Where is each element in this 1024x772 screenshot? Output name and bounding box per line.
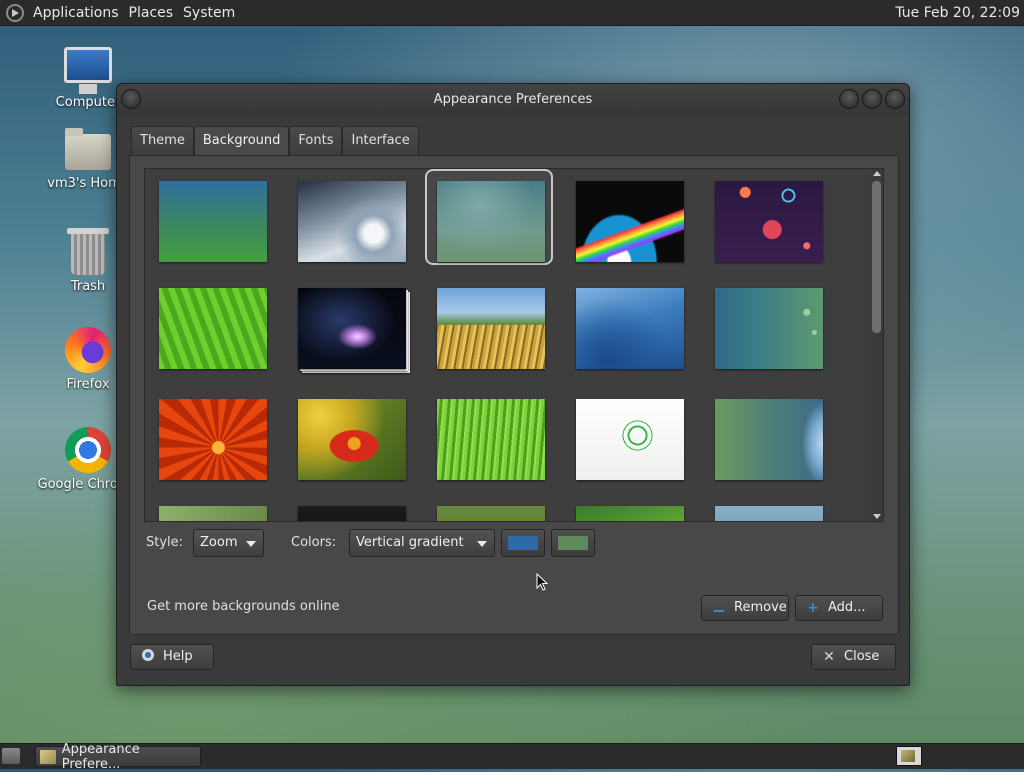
background-thumbnail-blue-green-gradient[interactable] (159, 181, 267, 262)
window-title: Appearance Preferences (433, 92, 593, 107)
firefox-icon (65, 327, 111, 373)
close-label: Close (844, 649, 880, 664)
taskbar-window-button[interactable]: Appearance Prefere... (35, 742, 201, 772)
tab-interface[interactable]: Interface (342, 126, 419, 155)
background-thumbnail-comet-space[interactable] (298, 288, 406, 369)
background-thumbnail-debian-swirl[interactable] (576, 399, 684, 480)
colors-label: Colors: (291, 535, 337, 550)
gallery-scrollbar[interactable] (871, 169, 883, 521)
tab-bar: Theme Background Fonts Interface (131, 126, 419, 156)
background-thumbnail-teal-green-bokeh[interactable] (715, 288, 823, 369)
menu-places[interactable]: Places (124, 5, 179, 21)
bottom-panel: Appearance Prefere... (0, 742, 1024, 772)
remove-button[interactable]: Remove (701, 595, 789, 621)
scroll-down-arrow-icon[interactable] (873, 514, 881, 519)
remove-label: Remove (734, 600, 787, 615)
remove-icon (712, 596, 726, 620)
secondary-color-button[interactable] (551, 529, 595, 557)
help-label: Help (163, 649, 193, 664)
chrome-icon (65, 427, 111, 473)
home-folder-icon (65, 128, 111, 170)
colors-select[interactable]: Vertical gradient (349, 529, 495, 557)
background-thumbnail-teal-green-blur[interactable] (437, 181, 545, 262)
background-thumbnail-green-grass[interactable] (437, 399, 545, 480)
clock[interactable]: Tue Feb 20, 22:09 (895, 5, 1020, 21)
trash-icon (67, 228, 109, 275)
background-thumbnail-dark-partial[interactable] (298, 506, 406, 521)
tab-theme[interactable]: Theme (131, 126, 194, 155)
background-thumbnail-leaf-partial[interactable] (576, 506, 684, 521)
appearance-app-icon (40, 749, 56, 764)
background-thumbnail-orange-flower[interactable] (159, 399, 267, 480)
appearance-preferences-window: Appearance Preferences Theme Background … (116, 83, 910, 686)
add-button[interactable]: + Add... (795, 595, 883, 621)
colors-value: Vertical gradient (356, 535, 464, 550)
taskbar-window-label: Appearance Prefere... (61, 741, 140, 772)
menu-applications[interactable]: Applications (28, 5, 124, 21)
show-desktop-icon[interactable] (2, 748, 20, 764)
secondary-color-swatch (558, 536, 588, 550)
top-panel: Applications Places System Tue Feb 20, 2… (0, 0, 1024, 26)
computer-icon (64, 47, 112, 94)
dropdown-arrow-icon (477, 541, 487, 547)
background-thumbnail-blue-partial[interactable] (715, 506, 823, 521)
main-menu-icon[interactable] (6, 3, 24, 22)
tab-fonts[interactable]: Fonts (289, 126, 343, 155)
background-thumbnail-blue-waves[interactable] (576, 288, 684, 369)
background-tab-panel: Style: Zoom Colors: Vertical gradient Ge… (129, 155, 899, 635)
background-thumbnail-flowers-partial[interactable] (159, 506, 267, 521)
dropdown-arrow-icon (246, 541, 256, 547)
help-icon (141, 645, 155, 669)
background-thumbnail-arch-prism[interactable] (576, 181, 684, 262)
style-label: Style: (146, 535, 184, 550)
background-thumbnail-golden-grass[interactable] (437, 288, 545, 369)
get-more-backgrounds-link[interactable]: Get more backgrounds online (147, 599, 340, 614)
style-select[interactable]: Zoom (193, 529, 264, 557)
background-thumbnail-water-drop[interactable] (298, 181, 406, 262)
primary-color-swatch (508, 536, 538, 550)
add-label: Add... (828, 600, 866, 615)
window-close-button[interactable] (885, 89, 905, 109)
background-thumbnail-olive-partial[interactable] (437, 506, 545, 521)
menu-system[interactable]: System (178, 5, 240, 21)
workspace-switcher[interactable] (896, 746, 922, 766)
maximize-button[interactable] (862, 89, 882, 109)
background-thumbnail-green-leaf[interactable] (159, 288, 267, 369)
background-thumbnail-red-flower[interactable] (298, 399, 406, 480)
background-thumbnail-space-rocket[interactable] (715, 181, 823, 262)
style-value: Zoom (200, 535, 238, 550)
help-button[interactable]: Help (130, 644, 214, 670)
tab-background[interactable]: Background (193, 126, 290, 156)
close-icon: ✕ (823, 649, 835, 665)
background-gallery[interactable] (144, 168, 884, 522)
minimize-button[interactable] (839, 89, 859, 109)
window-titlebar[interactable]: Appearance Preferences (117, 84, 909, 116)
close-button[interactable]: ✕ Close (811, 644, 896, 670)
primary-color-button[interactable] (501, 529, 545, 557)
scroll-up-arrow-icon[interactable] (873, 171, 881, 176)
background-thumbnail-green-blue-swoosh[interactable] (715, 399, 823, 480)
scrollbar-thumb[interactable] (872, 181, 881, 333)
add-icon: + (807, 600, 819, 616)
